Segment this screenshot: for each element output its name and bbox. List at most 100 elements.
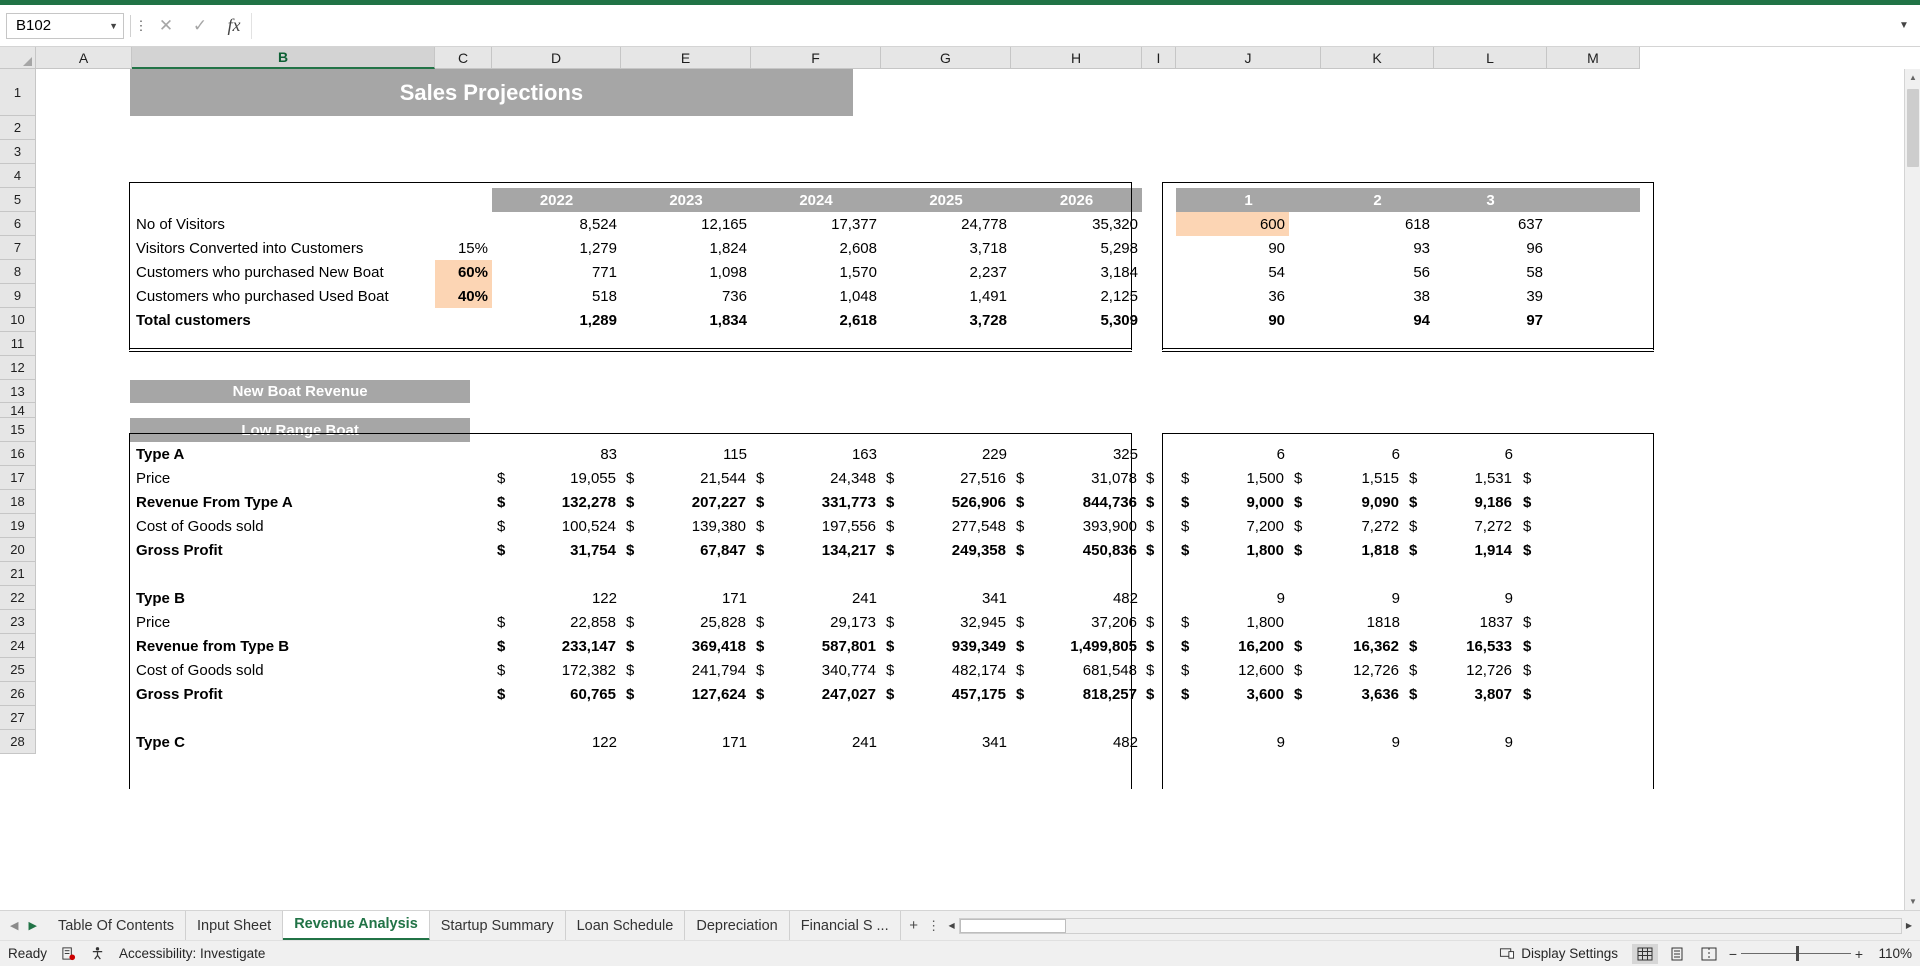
visitors-period-1[interactable]: 600 (1176, 212, 1289, 236)
scroll-left-icon[interactable]: ◀ (944, 917, 959, 934)
cell-a20[interactable] (36, 538, 132, 562)
display-settings-label[interactable]: Display Settings (1521, 946, 1618, 961)
column-header-b[interactable]: B (132, 47, 435, 69)
cell-c26[interactable] (435, 682, 492, 706)
horizontal-scrollbar[interactable]: ◀ ▶ (944, 917, 1916, 935)
select-all-corner[interactable] (0, 47, 36, 69)
name-box[interactable]: B102 ▼ (6, 12, 124, 39)
scroll-up-icon[interactable]: ▲ (1905, 69, 1920, 86)
vertical-scroll-thumb[interactable] (1907, 89, 1919, 167)
cell-a25[interactable] (36, 658, 132, 682)
column-header-k[interactable]: K (1321, 47, 1434, 69)
blank-row[interactable] (36, 164, 1920, 188)
cell-a24[interactable] (36, 634, 132, 658)
row-header-10[interactable]: 10 (0, 308, 36, 332)
add-sheet-icon[interactable]: + (901, 911, 927, 941)
cell-i28[interactable] (1142, 730, 1176, 754)
cell-a7[interactable] (36, 236, 132, 260)
cell-c22[interactable] (435, 586, 492, 610)
rate-used-boat[interactable]: 40% (435, 284, 492, 308)
row-header-19[interactable]: 19 (0, 514, 36, 538)
column-header-e[interactable]: E (621, 47, 751, 69)
formula-input[interactable] (251, 12, 1894, 39)
sheet-tab-depreciation[interactable]: Depreciation (685, 910, 790, 941)
sheet-tab-financial-statements[interactable]: Financial S ... (790, 910, 901, 941)
row-header-20[interactable]: 20 (0, 538, 36, 562)
cell-a18[interactable] (36, 490, 132, 514)
chevron-down-icon[interactable]: ▼ (109, 21, 118, 31)
display-settings-icon[interactable] (1499, 946, 1515, 961)
cell-c5[interactable] (435, 188, 492, 212)
cell-a19[interactable] (36, 514, 132, 538)
cell-a15[interactable] (36, 418, 130, 442)
row-header-14[interactable]: 14 (0, 403, 36, 418)
cell-m10[interactable] (1547, 308, 1640, 332)
cell-i8[interactable] (1142, 260, 1176, 284)
cell-b5[interactable] (132, 188, 435, 212)
zoom-track[interactable] (1741, 946, 1851, 961)
cell-i7[interactable] (1142, 236, 1176, 260)
cell-a23[interactable] (36, 610, 132, 634)
row-header-9[interactable]: 9 (0, 284, 36, 308)
row-header-21[interactable]: 21 (0, 562, 36, 586)
sheet-tab-revenue-analysis[interactable]: Revenue Analysis (283, 910, 430, 941)
next-sheet-icon[interactable]: ▶ (28, 919, 36, 932)
blank-row[interactable] (36, 116, 1920, 140)
cell-a28[interactable] (36, 730, 132, 754)
column-header-l[interactable]: L (1434, 47, 1547, 69)
cell-a5[interactable] (36, 188, 132, 212)
cell-m16[interactable] (1517, 442, 1610, 466)
row-header-13[interactable]: 13 (0, 380, 36, 403)
column-header-j[interactable]: J (1176, 47, 1321, 69)
sheet-tab-input-sheet[interactable]: Input Sheet (186, 910, 284, 941)
cell-m7[interactable] (1547, 236, 1640, 260)
rate-new-boat[interactable]: 60% (435, 260, 492, 284)
accessibility-icon[interactable] (90, 946, 105, 961)
cell-i1[interactable] (853, 69, 1920, 116)
cell-m22[interactable] (1517, 586, 1610, 610)
cell-a26[interactable] (36, 682, 132, 706)
row-header-12[interactable]: 12 (0, 356, 36, 380)
blank-row[interactable] (36, 332, 1920, 356)
zoom-out-button[interactable]: − (1728, 946, 1738, 962)
column-header-m[interactable]: M (1547, 47, 1640, 69)
horizontal-scroll-thumb[interactable] (959, 918, 1066, 933)
blank-row[interactable] (36, 562, 1920, 586)
cell-a9[interactable] (36, 284, 132, 308)
cell-i22[interactable] (1142, 586, 1176, 610)
previous-sheet-icon[interactable]: ◀ (10, 919, 18, 932)
cell-c25[interactable] (435, 658, 492, 682)
blank-row[interactable] (36, 403, 1920, 418)
cell-m28[interactable] (1517, 730, 1610, 754)
cell-d15[interactable] (470, 418, 1920, 442)
row-header-18[interactable]: 18 (0, 490, 36, 514)
cell-a22[interactable] (36, 586, 132, 610)
cell-a17[interactable] (36, 466, 132, 490)
row-header-23[interactable]: 23 (0, 610, 36, 634)
cell-m6[interactable] (1547, 212, 1640, 236)
cell-c17[interactable] (435, 466, 492, 490)
insert-function-icon[interactable]: fx (217, 13, 251, 39)
cell-a16[interactable] (36, 442, 132, 466)
zoom-in-button[interactable]: + (1854, 946, 1864, 962)
row-header-4[interactable]: 4 (0, 164, 36, 188)
record-macro-icon[interactable] (61, 946, 76, 961)
cell-a13[interactable] (36, 380, 130, 403)
sheet-list-icon[interactable]: ⋮ (927, 919, 941, 932)
cell-c19[interactable] (435, 514, 492, 538)
cell-a10[interactable] (36, 308, 132, 332)
row-header-6[interactable]: 6 (0, 212, 36, 236)
column-header-d[interactable]: D (492, 47, 621, 69)
column-header-a[interactable]: A (36, 47, 132, 69)
row-header-26[interactable]: 26 (0, 682, 36, 706)
page-break-preview-icon[interactable] (1696, 944, 1722, 964)
row-header-5[interactable]: 5 (0, 188, 36, 212)
cell-m9[interactable] (1547, 284, 1640, 308)
sheet-tab-loan-schedule[interactable]: Loan Schedule (566, 910, 686, 941)
cell-c20[interactable] (435, 538, 492, 562)
sheet-tab-table-of-contents[interactable]: Table Of Contents (47, 910, 187, 941)
row-header-24[interactable]: 24 (0, 634, 36, 658)
column-header-f[interactable]: F (751, 47, 881, 69)
cell-i10[interactable] (1142, 308, 1176, 332)
scroll-right-icon[interactable]: ▶ (1902, 917, 1916, 934)
